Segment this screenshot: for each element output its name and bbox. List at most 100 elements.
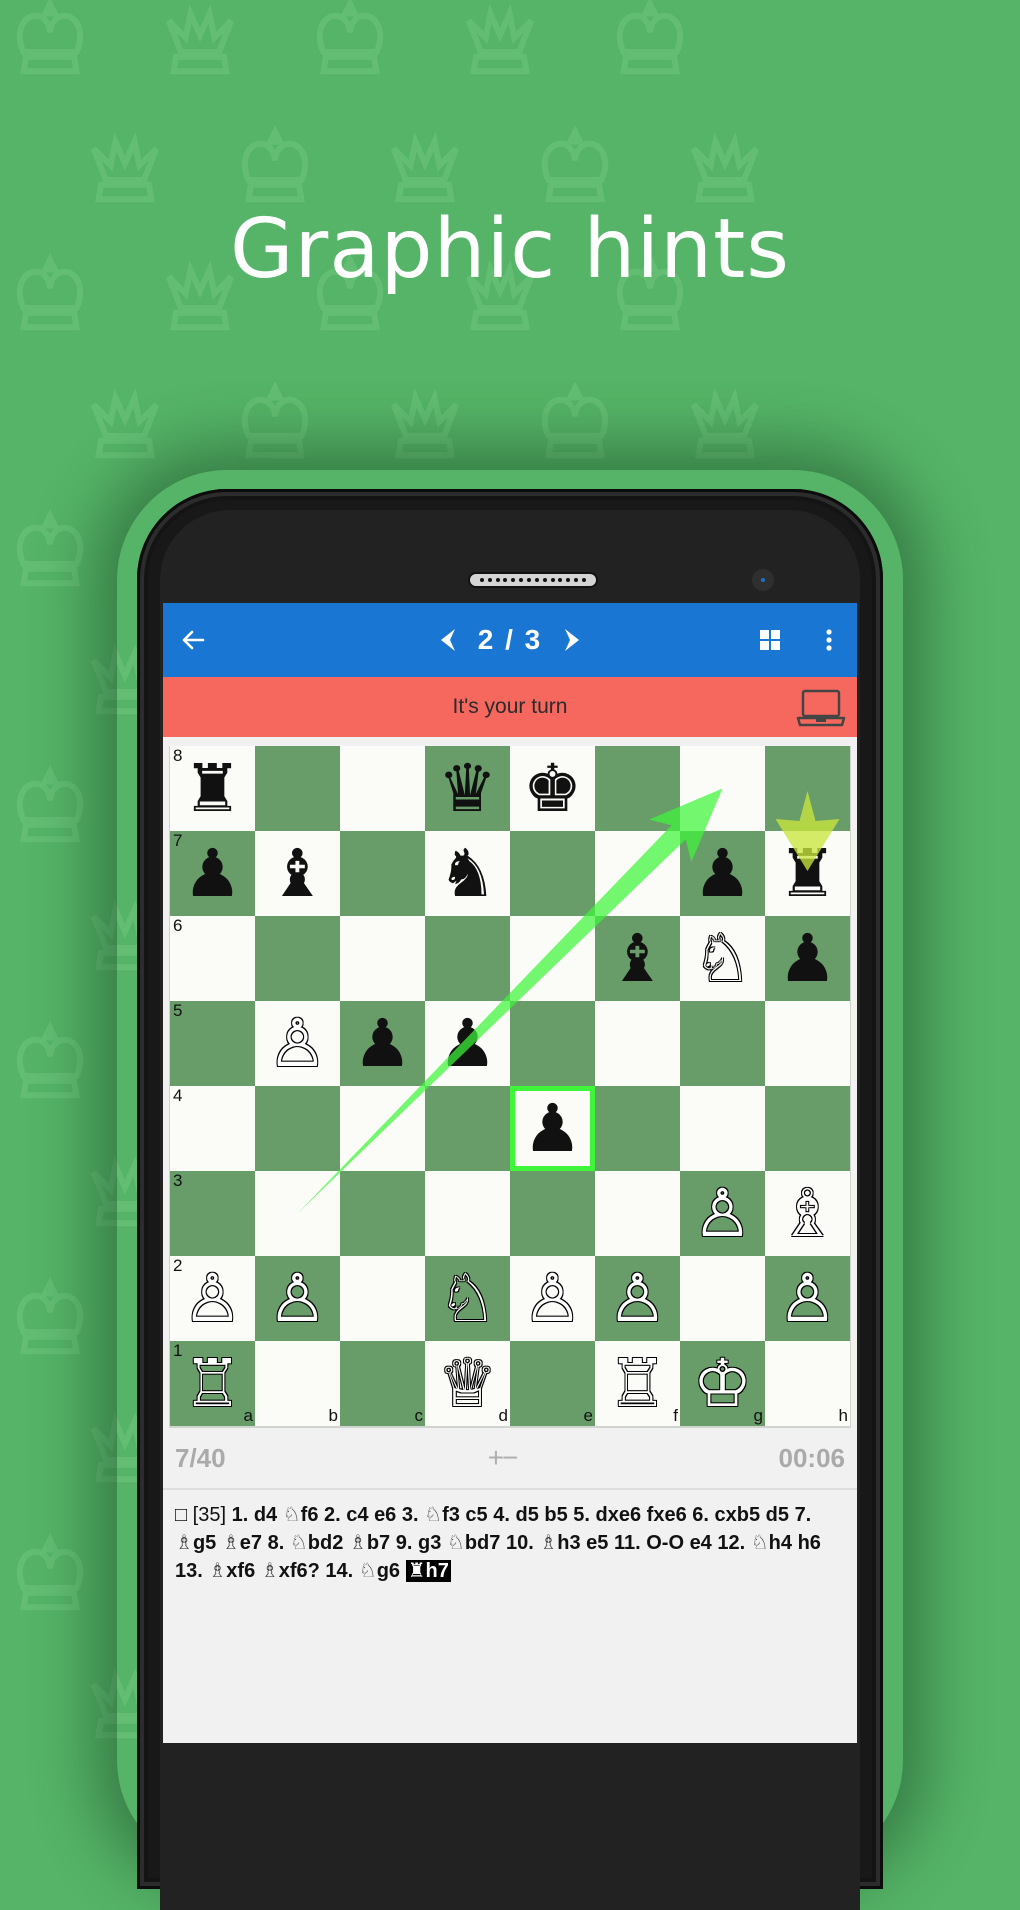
white-pawn-icon[interactable]: ♙ bbox=[255, 1001, 340, 1086]
move-text: 4. d5 bbox=[493, 1504, 539, 1526]
move[interactable]: 1. d4 bbox=[232, 1504, 278, 1526]
square-d6[interactable] bbox=[425, 916, 510, 1001]
square-b1[interactable]: b bbox=[255, 1341, 340, 1426]
move[interactable]: ♘f6 bbox=[283, 1502, 319, 1526]
white-pawn-icon[interactable]: ♙ bbox=[765, 1256, 850, 1341]
square-c3[interactable] bbox=[340, 1171, 425, 1256]
move[interactable]: 3. ♘f3 bbox=[402, 1502, 460, 1526]
overflow-menu-button[interactable] bbox=[815, 623, 843, 657]
white-rook-icon[interactable]: ♖ bbox=[595, 1341, 680, 1426]
square-f5[interactable] bbox=[595, 1001, 680, 1086]
square-a5[interactable]: 5 bbox=[170, 1001, 255, 1086]
square-c2[interactable] bbox=[340, 1256, 425, 1341]
square-a6[interactable]: 6 bbox=[170, 916, 255, 1001]
black-pawn-icon[interactable]: ♟ bbox=[765, 916, 850, 1001]
square-d3[interactable] bbox=[425, 1171, 510, 1256]
square-c8[interactable] bbox=[340, 746, 425, 831]
square-h1[interactable]: h bbox=[765, 1341, 850, 1426]
move[interactable]: 5. dxe6 bbox=[573, 1504, 641, 1526]
square-c4[interactable] bbox=[340, 1086, 425, 1171]
square-e7[interactable] bbox=[510, 831, 595, 916]
move[interactable]: fxe6 bbox=[647, 1504, 687, 1526]
square-b4[interactable] bbox=[255, 1086, 340, 1171]
black-rook-icon[interactable]: ♜ bbox=[170, 746, 255, 831]
white-pawn-icon[interactable]: ♙ bbox=[595, 1256, 680, 1341]
grid-view-button[interactable] bbox=[755, 625, 785, 655]
white-pawn-icon[interactable]: ♙ bbox=[170, 1256, 255, 1341]
move[interactable]: c5 bbox=[465, 1504, 487, 1526]
move[interactable]: d5 bbox=[766, 1504, 789, 1526]
square-e5[interactable] bbox=[510, 1001, 595, 1086]
black-pawn-icon[interactable]: ♟ bbox=[340, 1001, 425, 1086]
black-queen-icon[interactable]: ♛ bbox=[425, 746, 510, 831]
black-knight-icon[interactable]: ♞ bbox=[425, 831, 510, 916]
white-bishop-icon[interactable]: ♗ bbox=[765, 1171, 850, 1256]
square-f7[interactable] bbox=[595, 831, 680, 916]
square-b6[interactable] bbox=[255, 916, 340, 1001]
move[interactable]: e4 bbox=[690, 1532, 712, 1554]
black-pawn-icon[interactable]: ♟ bbox=[425, 1001, 510, 1086]
king-pattern-icon bbox=[241, 125, 309, 203]
move[interactable]: e6 bbox=[374, 1504, 396, 1526]
next-exercise-button[interactable] bbox=[556, 625, 586, 655]
square-c1[interactable]: c bbox=[340, 1341, 425, 1426]
white-pawn-icon[interactable]: ♙ bbox=[510, 1256, 595, 1341]
square-b3[interactable] bbox=[255, 1171, 340, 1256]
move[interactable]: ♘bd7 bbox=[447, 1530, 501, 1554]
square-b8[interactable] bbox=[255, 746, 340, 831]
square-e1[interactable]: e bbox=[510, 1341, 595, 1426]
white-pawn-icon[interactable]: ♙ bbox=[255, 1256, 340, 1341]
file-label: e bbox=[583, 1406, 593, 1425]
move[interactable]: 2. c4 bbox=[324, 1504, 368, 1526]
move[interactable]: 12. ♘h4 bbox=[717, 1530, 792, 1554]
black-pawn-icon[interactable]: ♟ bbox=[510, 1086, 595, 1171]
square-g5[interactable] bbox=[680, 1001, 765, 1086]
current-move[interactable]: ♜h7 bbox=[405, 1558, 451, 1582]
move[interactable]: h6 bbox=[798, 1532, 821, 1554]
black-bishop-icon[interactable]: ♝ bbox=[595, 916, 680, 1001]
square-c7[interactable] bbox=[340, 831, 425, 916]
white-queen-icon[interactable]: ♕ bbox=[425, 1341, 510, 1426]
square-g2[interactable] bbox=[680, 1256, 765, 1341]
move[interactable]: 9. g3 bbox=[396, 1532, 442, 1554]
square-h8[interactable] bbox=[765, 746, 850, 831]
black-pawn-icon[interactable]: ♟ bbox=[680, 831, 765, 916]
move[interactable]: e5 bbox=[586, 1532, 608, 1554]
move[interactable]: 6. cxb5 bbox=[692, 1504, 760, 1526]
move[interactable]: 11. O-O bbox=[614, 1532, 684, 1554]
white-knight-icon[interactable]: ♘ bbox=[680, 916, 765, 1001]
square-h4[interactable] bbox=[765, 1086, 850, 1171]
square-g4[interactable] bbox=[680, 1086, 765, 1171]
square-e3[interactable] bbox=[510, 1171, 595, 1256]
square-c6[interactable] bbox=[340, 916, 425, 1001]
white-pawn-icon[interactable]: ♙ bbox=[680, 1171, 765, 1256]
white-knight-icon[interactable]: ♘ bbox=[425, 1256, 510, 1341]
square-f3[interactable] bbox=[595, 1171, 680, 1256]
square-g8[interactable] bbox=[680, 746, 765, 831]
square-h5[interactable] bbox=[765, 1001, 850, 1086]
black-rook-icon[interactable]: ♜ bbox=[765, 831, 850, 916]
move[interactable]: 8. ♘bd2 bbox=[268, 1530, 344, 1554]
move[interactable]: ♗b7 bbox=[349, 1530, 390, 1554]
black-king-icon[interactable]: ♚ bbox=[510, 746, 595, 831]
move[interactable]: 13. ♗xf6 bbox=[175, 1558, 255, 1582]
white-king-icon[interactable]: ♔ bbox=[680, 1341, 765, 1426]
move[interactable]: ♗xf6? bbox=[261, 1558, 320, 1582]
square-f8[interactable] bbox=[595, 746, 680, 831]
square-e6[interactable] bbox=[510, 916, 595, 1001]
black-pawn-icon[interactable]: ♟ bbox=[170, 831, 255, 916]
square-d4[interactable] bbox=[425, 1086, 510, 1171]
move[interactable]: 4. d5 bbox=[493, 1504, 539, 1526]
move[interactable]: b5 bbox=[544, 1504, 567, 1526]
previous-exercise-button[interactable] bbox=[434, 625, 464, 655]
move[interactable]: 14. ♘g6 bbox=[325, 1558, 400, 1582]
white-rook-icon[interactable]: ♖ bbox=[170, 1341, 255, 1426]
square-a4[interactable]: 4 bbox=[170, 1086, 255, 1171]
chess-board[interactable]: 8 7 6 5 4 3 2 1 a b c d e f g h ♜ ♛ ♚ ♟ ♝ ♞ ♟ ♜ ♝ ♘ ♟ ♙ ♟ ♟ ♟ ♙ ♗ ♙ ♙ ♘ ♙ ♙ ♙ ♖… bbox=[170, 746, 850, 1426]
move-text: 2. c4 bbox=[324, 1504, 369, 1526]
move[interactable]: 10. ♗h3 bbox=[506, 1530, 581, 1554]
black-bishop-icon[interactable]: ♝ bbox=[255, 831, 340, 916]
move[interactable]: ♗e7 bbox=[222, 1530, 262, 1554]
square-a3[interactable]: 3 bbox=[170, 1171, 255, 1256]
square-f4[interactable] bbox=[595, 1086, 680, 1171]
